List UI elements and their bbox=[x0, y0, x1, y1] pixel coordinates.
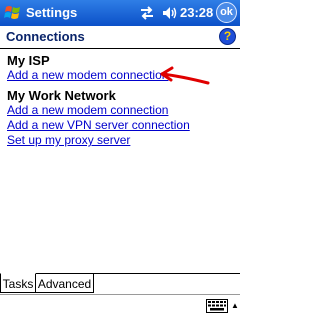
group-title-my-isp: My ISP bbox=[7, 53, 50, 68]
page-header: Connections ? bbox=[0, 26, 240, 49]
windows-flag-icon[interactable] bbox=[3, 3, 23, 23]
clock[interactable]: 23:28 bbox=[180, 5, 213, 20]
menu-bar: ▲ bbox=[0, 294, 240, 321]
page-title: Connections bbox=[6, 29, 85, 44]
title-bar: Settings 23:28 ok bbox=[0, 0, 240, 26]
connectivity-arrows-icon[interactable] bbox=[139, 5, 155, 21]
input-menu-arrow-icon[interactable]: ▲ bbox=[231, 301, 239, 310]
tab-tasks[interactable]: Tasks bbox=[0, 273, 36, 293]
work-proxy-link[interactable]: Set up my proxy server bbox=[7, 133, 130, 147]
work-add-vpn-link[interactable]: Add a new VPN server connection bbox=[7, 118, 190, 132]
group-title-my-work-network: My Work Network bbox=[7, 88, 116, 103]
ok-button[interactable]: ok bbox=[216, 2, 237, 23]
red-arrow-icon bbox=[160, 66, 210, 85]
work-add-modem-link[interactable]: Add a new modem connection bbox=[7, 103, 168, 117]
help-icon[interactable]: ? bbox=[219, 28, 236, 45]
speaker-icon[interactable] bbox=[161, 5, 177, 21]
app-title[interactable]: Settings bbox=[26, 5, 77, 20]
keyboard-icon[interactable] bbox=[206, 299, 228, 313]
tab-advanced[interactable]: Advanced bbox=[36, 273, 94, 293]
isp-add-modem-link[interactable]: Add a new modem connection bbox=[7, 68, 168, 82]
